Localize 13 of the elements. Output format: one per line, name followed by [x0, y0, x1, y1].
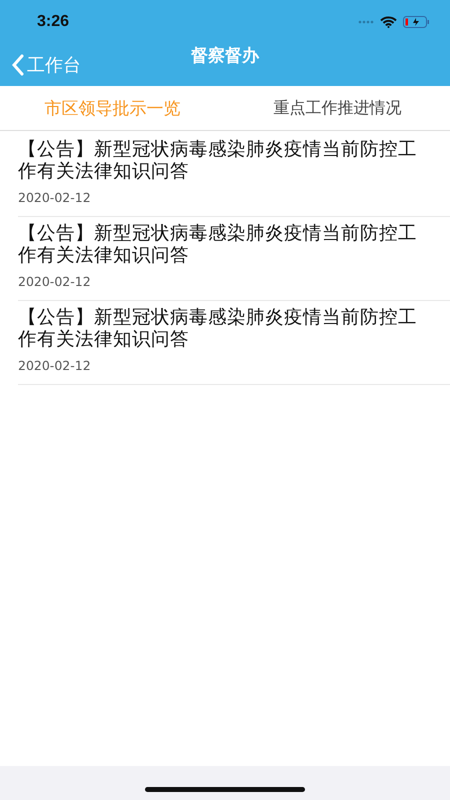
status-time: 3:26 — [37, 13, 70, 31]
wifi-icon — [380, 16, 397, 28]
page-title: 督察督办 — [191, 45, 259, 67]
notice-title[interactable]: 【公告】新型冠状病毒感染肺炎疫情当前防控工作有关法律知识问答 — [18, 223, 430, 267]
notice-title[interactable]: 【公告】新型冠状病毒感染肺炎疫情当前防控工作有关法律知识问答 — [18, 307, 430, 351]
home-indicator[interactable] — [145, 787, 305, 792]
battery-icon — [403, 16, 430, 28]
notice-date: 2020-02-12 — [18, 274, 91, 289]
notice-title[interactable]: 【公告】新型冠状病毒感染肺炎疫情当前防控工作有关法律知识问答 — [18, 139, 430, 183]
notice-date: 2020-02-12 — [18, 358, 91, 373]
signal-icon — [358, 20, 374, 24]
notice-date: 2020-02-12 — [18, 190, 91, 205]
back-chevron-icon — [12, 54, 24, 76]
